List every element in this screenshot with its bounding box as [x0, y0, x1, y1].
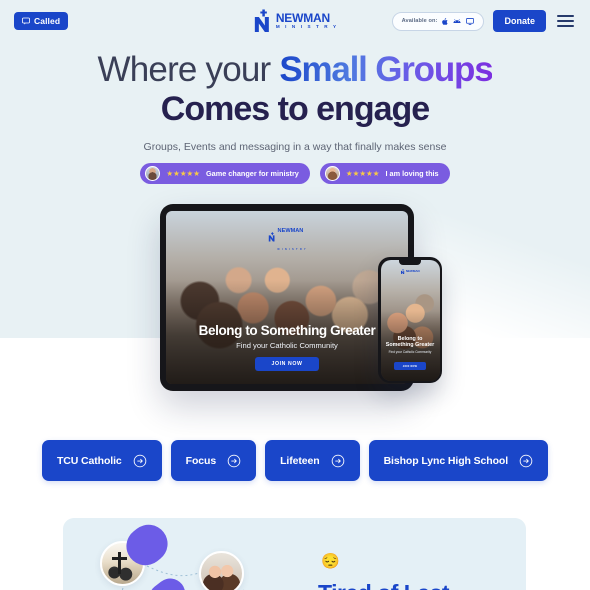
avatar: [145, 166, 161, 181]
screen-logo-name: NEWMAN: [277, 228, 304, 234]
review-badge[interactable]: ★★★★★ Game changer for ministry: [140, 163, 310, 184]
phone-notch: [399, 259, 421, 265]
partner-label: Bishop Lync High School: [383, 454, 509, 467]
review-text: I am loving this: [385, 169, 439, 178]
tablet-mockup: NEWMAN M I N I S T R Y Belong to Somethi…: [160, 204, 414, 391]
partner-buttons: TCU Catholic Focus Lifeteen Bishop Lync …: [0, 440, 590, 481]
site-header: Called NEWMAN M I N I S T R Y Available …: [0, 0, 590, 42]
newman-logo-mark: [268, 232, 275, 242]
available-on-pill: Available on:: [391, 11, 485, 31]
partner-label: TCU Catholic: [56, 454, 122, 467]
bottom-heading: Tired of Last: [318, 580, 450, 590]
device-mockups: NEWMAN M I N I S T R Y Belong to Somethi…: [0, 196, 590, 590]
screen-subline: Find your Catholic Community: [236, 341, 338, 350]
star-rating-icon: ★★★★★: [166, 168, 200, 178]
newman-logo-mark: [401, 268, 405, 274]
phone-join-now-button[interactable]: JOIN NOW: [393, 362, 427, 370]
star-rating-icon: ★★★★★: [345, 168, 380, 178]
hero-headline-line2: Comes to engage: [160, 89, 430, 128]
join-now-button[interactable]: JOIN NOW: [255, 357, 319, 371]
hero-subtitle: Groups, Events and messaging in a way th…: [143, 140, 447, 153]
partner-button-tcu-catholic[interactable]: TCU Catholic: [41, 440, 162, 481]
phone-screen-subline: Find your Catholic Community: [388, 349, 432, 354]
chat-bubble-icon: [22, 17, 30, 25]
review-text: Game changer for ministry: [206, 169, 299, 178]
screen-logo: NEWMAN M I N I S T R Y: [268, 219, 307, 255]
site-logo[interactable]: NEWMAN M I N I S T R Y: [252, 9, 338, 33]
review-badges: ★★★★★ Game changer for ministry ★★★★★ I …: [0, 163, 590, 184]
phone-mockup: NEWMAN Belong to Something Greater Find …: [378, 257, 442, 383]
logo-name: NEWMAN: [275, 11, 330, 26]
hamburger-menu-icon[interactable]: [555, 13, 576, 29]
partner-button-focus[interactable]: Focus: [170, 440, 257, 481]
arrow-right-circle-icon: [331, 454, 344, 467]
review-badge[interactable]: ★★★★★ I am loving this: [319, 163, 450, 184]
partner-button-bishop-lync-high-school[interactable]: Bishop Lync High School: [368, 440, 549, 481]
logo-wordmark: NEWMAN M I N I S T R Y: [276, 12, 338, 30]
phone-screen-logo: NEWMAN: [400, 268, 420, 275]
phone-logo-name: NEWMAN: [405, 268, 420, 273]
hero-copy: Where your Small Groups Comes to engage …: [0, 50, 590, 153]
phone-screen-headline: Belong to Something Greater: [385, 335, 435, 348]
screen-logo-sub: M I N I S T R Y: [277, 249, 307, 251]
phone-screen: NEWMAN Belong to Something Greater Find …: [380, 259, 440, 381]
donate-button[interactable]: Donate: [493, 10, 546, 32]
called-badge[interactable]: Called: [14, 12, 69, 30]
screen-headline: Belong to Something Greater: [198, 323, 376, 338]
hero-headline-plain: Where your: [97, 50, 280, 89]
screen-logo-text: NEWMAN M I N I S T R Y: [278, 219, 307, 255]
screen-copy: Belong to Something Greater Find your Ca…: [166, 323, 408, 371]
called-badge-label: Called: [34, 16, 61, 26]
phone-screen-copy: Belong to Something Greater Find your Ca…: [381, 336, 440, 372]
android-icon: [453, 18, 462, 24]
avatar: [324, 166, 340, 181]
cross-icon: [112, 552, 128, 575]
arrow-right-circle-icon: [519, 454, 533, 467]
sad-face-emoji: 😔: [321, 553, 340, 570]
available-on-label: Available on:: [401, 18, 438, 24]
newman-logo-mark: [254, 9, 269, 32]
logo-subtitle: M I N I S T R Y: [275, 24, 339, 30]
hero-headline-accent: Small Groups: [279, 50, 493, 89]
apple-icon: [442, 17, 449, 25]
hero-headline-line1: Where your Small Groups: [0, 50, 590, 89]
partner-button-lifeteen[interactable]: Lifeteen: [265, 440, 360, 481]
arrow-right-circle-icon: [133, 454, 146, 467]
header-actions: Available on: Donate: [391, 10, 576, 32]
partner-label: Focus: [185, 454, 217, 467]
desktop-icon: [466, 17, 475, 25]
arrow-right-circle-icon: [227, 454, 241, 467]
partner-label: Lifeteen: [280, 454, 320, 467]
avatar-photo-friends: [199, 551, 244, 590]
tablet-screen: NEWMAN M I N I S T R Y Belong to Somethi…: [166, 211, 408, 384]
